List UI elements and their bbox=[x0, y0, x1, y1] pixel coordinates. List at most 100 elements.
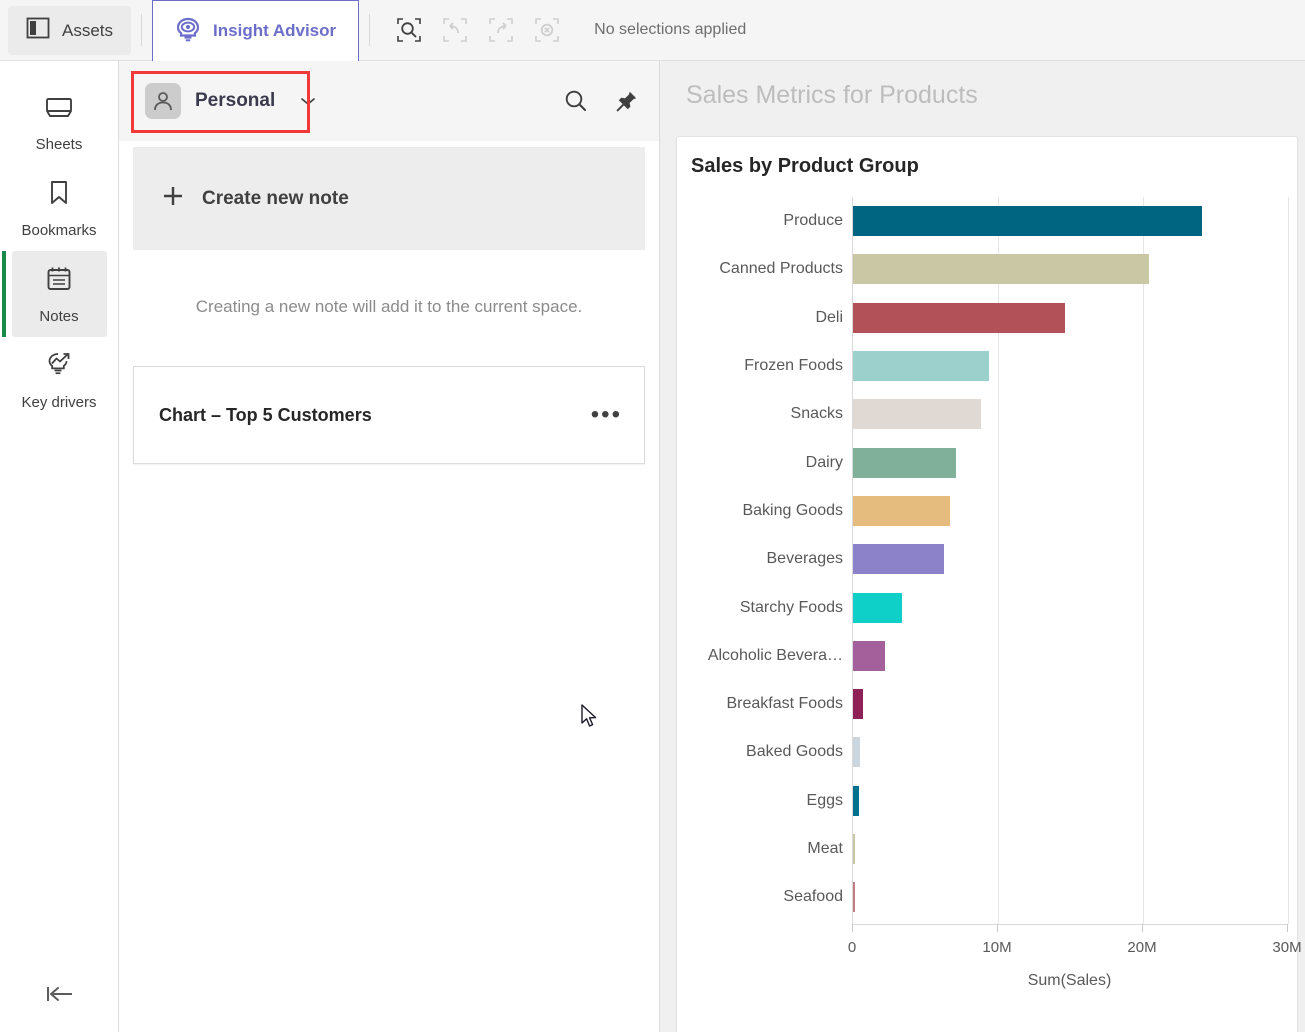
space-selector[interactable]: Personal bbox=[131, 73, 289, 129]
notes-panel-header: Personal bbox=[119, 61, 659, 141]
sidebar-item-sheets-label: Sheets bbox=[35, 136, 83, 153]
tab-assets[interactable]: Assets bbox=[8, 6, 132, 55]
bar-row[interactable] bbox=[853, 342, 1287, 390]
bar[interactable] bbox=[853, 737, 861, 768]
bar-row[interactable] bbox=[853, 245, 1287, 293]
tab-insight-advisor-label: Insight Advisor bbox=[213, 21, 337, 40]
category-label[interactable]: Baked Goods bbox=[677, 728, 852, 776]
page-title: Sales Metrics for Products bbox=[686, 81, 978, 109]
x-axis-line bbox=[852, 924, 1287, 925]
bar[interactable] bbox=[853, 447, 956, 478]
bar[interactable] bbox=[853, 399, 981, 430]
insight-advisor-icon bbox=[175, 16, 201, 47]
left-rail: Sheets Bookmarks Notes Key drivers bbox=[0, 61, 119, 1032]
x-axis-tick bbox=[852, 924, 853, 932]
bar[interactable] bbox=[853, 785, 859, 816]
toolbar-divider-1 bbox=[141, 14, 143, 46]
sidebar-item-bookmarks[interactable]: Bookmarks bbox=[12, 165, 107, 251]
bar-row[interactable] bbox=[853, 680, 1287, 728]
x-axis-tick bbox=[1287, 924, 1288, 932]
category-label[interactable]: Canned Products bbox=[677, 245, 852, 293]
toolbar-divider-2 bbox=[369, 14, 371, 46]
chart-title: Sales by Product Group bbox=[691, 155, 919, 177]
qlik-app-window: Assets Insight Advisor No selections app… bbox=[0, 0, 1305, 1032]
bar-chart-plot: Produce Canned Products Deli Frozen Foods Sn… bbox=[677, 197, 1302, 1017]
category-label[interactable]: Deli bbox=[677, 294, 852, 342]
category-label[interactable]: Eggs bbox=[677, 777, 852, 825]
bar[interactable] bbox=[853, 302, 1065, 333]
bar-row[interactable] bbox=[853, 197, 1287, 245]
x-axis-tick-label: 30M bbox=[1272, 939, 1302, 956]
pin-icon[interactable] bbox=[615, 89, 639, 113]
step-back-icon bbox=[440, 15, 470, 45]
bar-row[interactable] bbox=[853, 390, 1287, 438]
bar[interactable] bbox=[853, 640, 885, 671]
bar-row[interactable] bbox=[853, 825, 1287, 873]
notes-header-actions bbox=[563, 88, 639, 114]
bookmark-icon bbox=[47, 179, 71, 212]
sheets-icon bbox=[44, 95, 74, 126]
chevron-down-icon[interactable] bbox=[299, 95, 317, 107]
x-axis-tick bbox=[1142, 924, 1143, 932]
category-label[interactable]: Seafood bbox=[677, 873, 852, 921]
sidebar-item-key-drivers-label: Key drivers bbox=[21, 394, 97, 411]
x-axis-tick bbox=[997, 924, 998, 932]
selections-tool-icon[interactable] bbox=[394, 15, 424, 45]
category-label[interactable]: Snacks bbox=[677, 390, 852, 438]
space-name-label: Personal bbox=[195, 90, 276, 111]
sidebar-item-notes[interactable]: Notes bbox=[1, 251, 107, 337]
bar-row[interactable] bbox=[853, 438, 1287, 486]
category-label[interactable]: Baking Goods bbox=[677, 487, 852, 535]
category-label[interactable]: Meat bbox=[677, 825, 852, 873]
bar[interactable] bbox=[853, 495, 951, 526]
bar-row[interactable] bbox=[853, 632, 1287, 680]
bar[interactable] bbox=[853, 834, 855, 864]
category-label[interactable]: Alcoholic Bevera… bbox=[677, 632, 852, 680]
bar[interactable] bbox=[853, 206, 1203, 237]
collapse-left-icon bbox=[43, 983, 77, 1010]
bar[interactable] bbox=[853, 882, 855, 913]
x-axis-tick-label: 20M bbox=[1127, 939, 1157, 956]
category-label[interactable]: Produce bbox=[677, 197, 852, 245]
plus-icon bbox=[162, 185, 184, 212]
key-drivers-icon bbox=[44, 351, 74, 384]
bar-row[interactable] bbox=[853, 583, 1287, 631]
bar-row[interactable] bbox=[853, 728, 1287, 776]
bar[interactable] bbox=[853, 254, 1149, 285]
search-icon[interactable] bbox=[563, 88, 589, 114]
clear-selections-icon bbox=[532, 15, 562, 45]
selection-tools: No selections applied bbox=[380, 0, 746, 60]
sidebar-item-bookmarks-label: Bookmarks bbox=[21, 222, 97, 239]
bar[interactable] bbox=[853, 544, 945, 575]
bar[interactable] bbox=[853, 351, 990, 382]
category-label[interactable]: Dairy bbox=[677, 438, 852, 486]
bar-row[interactable] bbox=[853, 535, 1287, 583]
bar-row[interactable] bbox=[853, 873, 1287, 921]
sidebar-item-sheets[interactable]: Sheets bbox=[12, 81, 107, 165]
category-label[interactable]: Frozen Foods bbox=[677, 342, 852, 390]
assets-panel-icon bbox=[26, 17, 50, 44]
create-new-note-label: Create new note bbox=[202, 187, 349, 209]
bar[interactable] bbox=[853, 689, 864, 720]
bar-row[interactable] bbox=[853, 294, 1287, 342]
rail-top-spacer bbox=[0, 61, 118, 81]
bar-row[interactable] bbox=[853, 487, 1287, 535]
note-title: Chart – Top 5 Customers bbox=[159, 404, 372, 425]
x-axis-tick-label: 0 bbox=[847, 939, 857, 956]
chart-card[interactable]: Sales by Product Group Produce Canned Pro… bbox=[676, 136, 1302, 1032]
bar[interactable] bbox=[853, 592, 903, 623]
create-new-note-button[interactable]: Create new note bbox=[133, 147, 645, 250]
note-list-item[interactable]: Chart – Top 5 Customers ••• bbox=[133, 366, 645, 464]
sidebar-item-key-drivers[interactable]: Key drivers bbox=[12, 337, 107, 423]
bars-container bbox=[852, 197, 1289, 924]
top-toolbar: Assets Insight Advisor No selections app… bbox=[0, 0, 1305, 61]
category-label[interactable]: Breakfast Foods bbox=[677, 680, 852, 728]
rail-collapse-button[interactable] bbox=[0, 983, 119, 1010]
bar-row[interactable] bbox=[853, 777, 1287, 825]
category-label[interactable]: Beverages bbox=[677, 535, 852, 583]
category-label[interactable]: Starchy Foods bbox=[677, 583, 852, 631]
notes-list: Create new note Creating a new note will… bbox=[119, 147, 659, 464]
note-context-menu-button[interactable]: ••• bbox=[591, 403, 622, 427]
tab-insight-advisor[interactable]: Insight Advisor bbox=[152, 0, 360, 61]
sidebar-item-notes-label: Notes bbox=[39, 308, 79, 325]
